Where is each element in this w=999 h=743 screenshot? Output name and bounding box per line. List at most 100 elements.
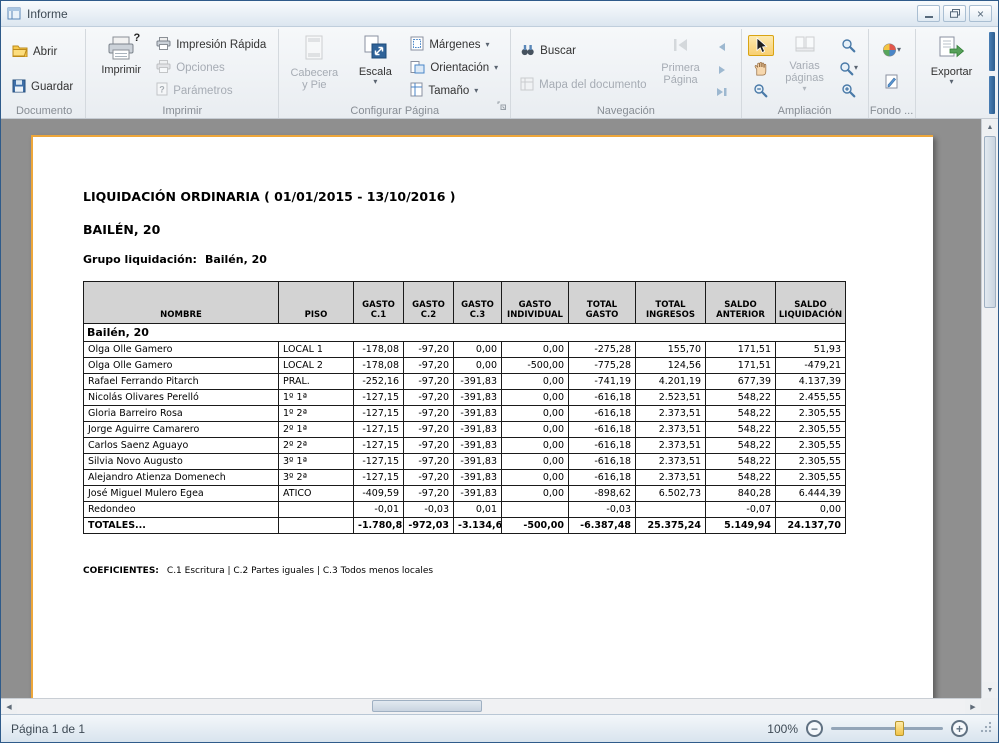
options-icon [156, 60, 171, 76]
table-cell: Jorge Aguirre Camarero [84, 422, 279, 438]
zoom-dropdown-button[interactable]: ▾ [836, 58, 862, 79]
table-cell: 171,51 [706, 342, 776, 358]
table-cell: 171,51 [706, 358, 776, 374]
table-cell: -127,15 [354, 422, 404, 438]
table-cell: -500,00 [502, 358, 569, 374]
exportar-button[interactable]: Exportar ▾ [922, 32, 982, 101]
scroll-down-icon[interactable]: ▼ [982, 682, 998, 698]
table-cell: -178,08 [354, 342, 404, 358]
group-label-fondo: Fondo ... [869, 105, 915, 117]
scroll-left-icon[interactable]: ◀ [1, 699, 17, 714]
table-cell: 155,70 [636, 342, 706, 358]
col-header-saldo-liquidacion: SALDO LIQUIDACIÓN [776, 282, 846, 324]
resize-grip-icon[interactable] [980, 721, 992, 736]
margenes-button[interactable]: Márgenes ▾ [407, 35, 504, 56]
vertical-scrollbar[interactable]: ▲ ▼ [981, 119, 998, 698]
table-cell: Carlos Saenz Aguayo [84, 438, 279, 454]
table-cell: LOCAL 2 [279, 358, 354, 374]
pointer-tool-button[interactable] [748, 35, 774, 56]
document-map-icon [520, 77, 534, 94]
chevron-down-icon: ▾ [494, 64, 498, 72]
watermark-button[interactable] [875, 70, 909, 92]
header-footer-icon [303, 35, 325, 64]
table-cell: -97,20 [404, 406, 454, 422]
table-group-cell: Bailén, 20 [84, 324, 846, 342]
group-exportar: Exportar ▾ [916, 29, 988, 118]
table-cell: 2.523,51 [636, 390, 706, 406]
horizontal-scrollbar[interactable]: ◀ ▶ [1, 698, 981, 714]
table-cell: -1.780,82 [354, 518, 404, 534]
escala-button[interactable]: Escala ▾ [346, 32, 404, 101]
table-row: Rafael Ferrando PitarchPRAL.-252,16-97,2… [84, 374, 846, 390]
group-documento: Abrir Guardar Documento [3, 29, 86, 118]
table-cell: -0,03 [404, 502, 454, 518]
col-header-saldo-anterior: SALDO ANTERIOR [706, 282, 776, 324]
zoom-in-button[interactable] [836, 80, 862, 101]
table-cell: -616,18 [569, 438, 636, 454]
page-color-button[interactable]: ▾ [875, 39, 909, 61]
table-row: Silvia Novo Augusto3º 1ª-127,15-97,20-39… [84, 454, 846, 470]
vertical-scrollbar-thumb[interactable] [984, 136, 996, 308]
mapa-documento-label: Mapa del documento [539, 79, 646, 91]
scroll-right-icon[interactable]: ▶ [965, 699, 981, 714]
restore-button[interactable] [943, 5, 966, 22]
scale-icon [363, 35, 387, 63]
table-row: Olga Olle GameroLOCAL 1-178,08-97,200,00… [84, 342, 846, 358]
table-cell: -0,03 [569, 502, 636, 518]
hand-tool-button[interactable] [748, 58, 774, 79]
table-cell: 51,93 [776, 342, 846, 358]
col-header-total-gasto: TOTAL GASTO [569, 282, 636, 324]
tamano-button[interactable]: Tamaño ▾ [407, 80, 504, 101]
impresion-rapida-button[interactable]: Impresión Rápida [153, 35, 272, 56]
zoom-out-button[interactable] [748, 80, 774, 101]
table-cell: -0,07 [706, 502, 776, 518]
minimize-button[interactable] [917, 5, 940, 22]
parametros-button: ? Parámetros [153, 80, 272, 101]
abrir-button[interactable]: Abrir [9, 41, 79, 63]
table-cell: 0,00 [502, 422, 569, 438]
zoom-level-label: 100% [767, 722, 798, 736]
opciones-label: Opciones [176, 62, 225, 74]
buscar-button[interactable]: Buscar [517, 40, 652, 62]
orientacion-button[interactable]: Orientación ▾ [407, 58, 504, 79]
coeficientes-label: COEFICIENTES: [83, 566, 159, 576]
horizontal-scrollbar-thumb[interactable] [372, 700, 482, 712]
zoom-slider[interactable] [831, 720, 943, 737]
table-cell [279, 502, 354, 518]
table-cell: -391,83 [454, 486, 502, 502]
zoom-out-button-statusbar[interactable]: − [806, 720, 823, 737]
zoom-in-button-statusbar[interactable]: + [951, 720, 968, 737]
statusbar: Página 1 de 1 100% − + [1, 714, 998, 742]
table-cell: -178,08 [354, 358, 404, 374]
zoom-tool-button[interactable] [836, 35, 862, 56]
watermark-icon [885, 74, 898, 89]
table-cell: 2.373,51 [636, 454, 706, 470]
open-folder-icon [12, 44, 28, 60]
table-row: Gloria Barreiro Rosa1º 2ª-127,15-97,20-3… [84, 406, 846, 422]
zoom-slider-thumb[interactable] [895, 721, 904, 736]
scroll-up-icon[interactable]: ▲ [982, 119, 998, 135]
primera-pagina-button: Primera Página [656, 32, 706, 101]
informe-window: Informe × Abrir Guardar Documento [0, 0, 999, 743]
zoom-slider-track[interactable] [831, 727, 943, 730]
table-cell: 548,22 [706, 422, 776, 438]
table-cell: PRAL. [279, 374, 354, 390]
table-cell: 0,00 [502, 406, 569, 422]
table-cell: 548,22 [706, 438, 776, 454]
close-button[interactable]: × [969, 5, 992, 22]
table-cell: -972,03 [404, 518, 454, 534]
table-cell: 840,28 [706, 486, 776, 502]
guardar-button[interactable]: Guardar [9, 76, 79, 98]
table-cell: -741,19 [569, 374, 636, 390]
report-title: LIQUIDACIÓN ORDINARIA ( 01/01/2015 - 13/… [83, 189, 885, 204]
imprimir-button[interactable]: ? Imprimir [92, 32, 150, 101]
pointer-icon [754, 37, 768, 54]
table-cell: -391,83 [454, 422, 502, 438]
ribbon-toolbar: Abrir Guardar Documento ? Imprimir [1, 27, 998, 119]
table-cell: -127,15 [354, 454, 404, 470]
minimize-icon [925, 16, 933, 18]
window-controls: × [917, 5, 992, 22]
save-icon [12, 79, 26, 96]
chevron-down-icon: ▾ [950, 78, 954, 86]
table-cell: -97,20 [404, 390, 454, 406]
